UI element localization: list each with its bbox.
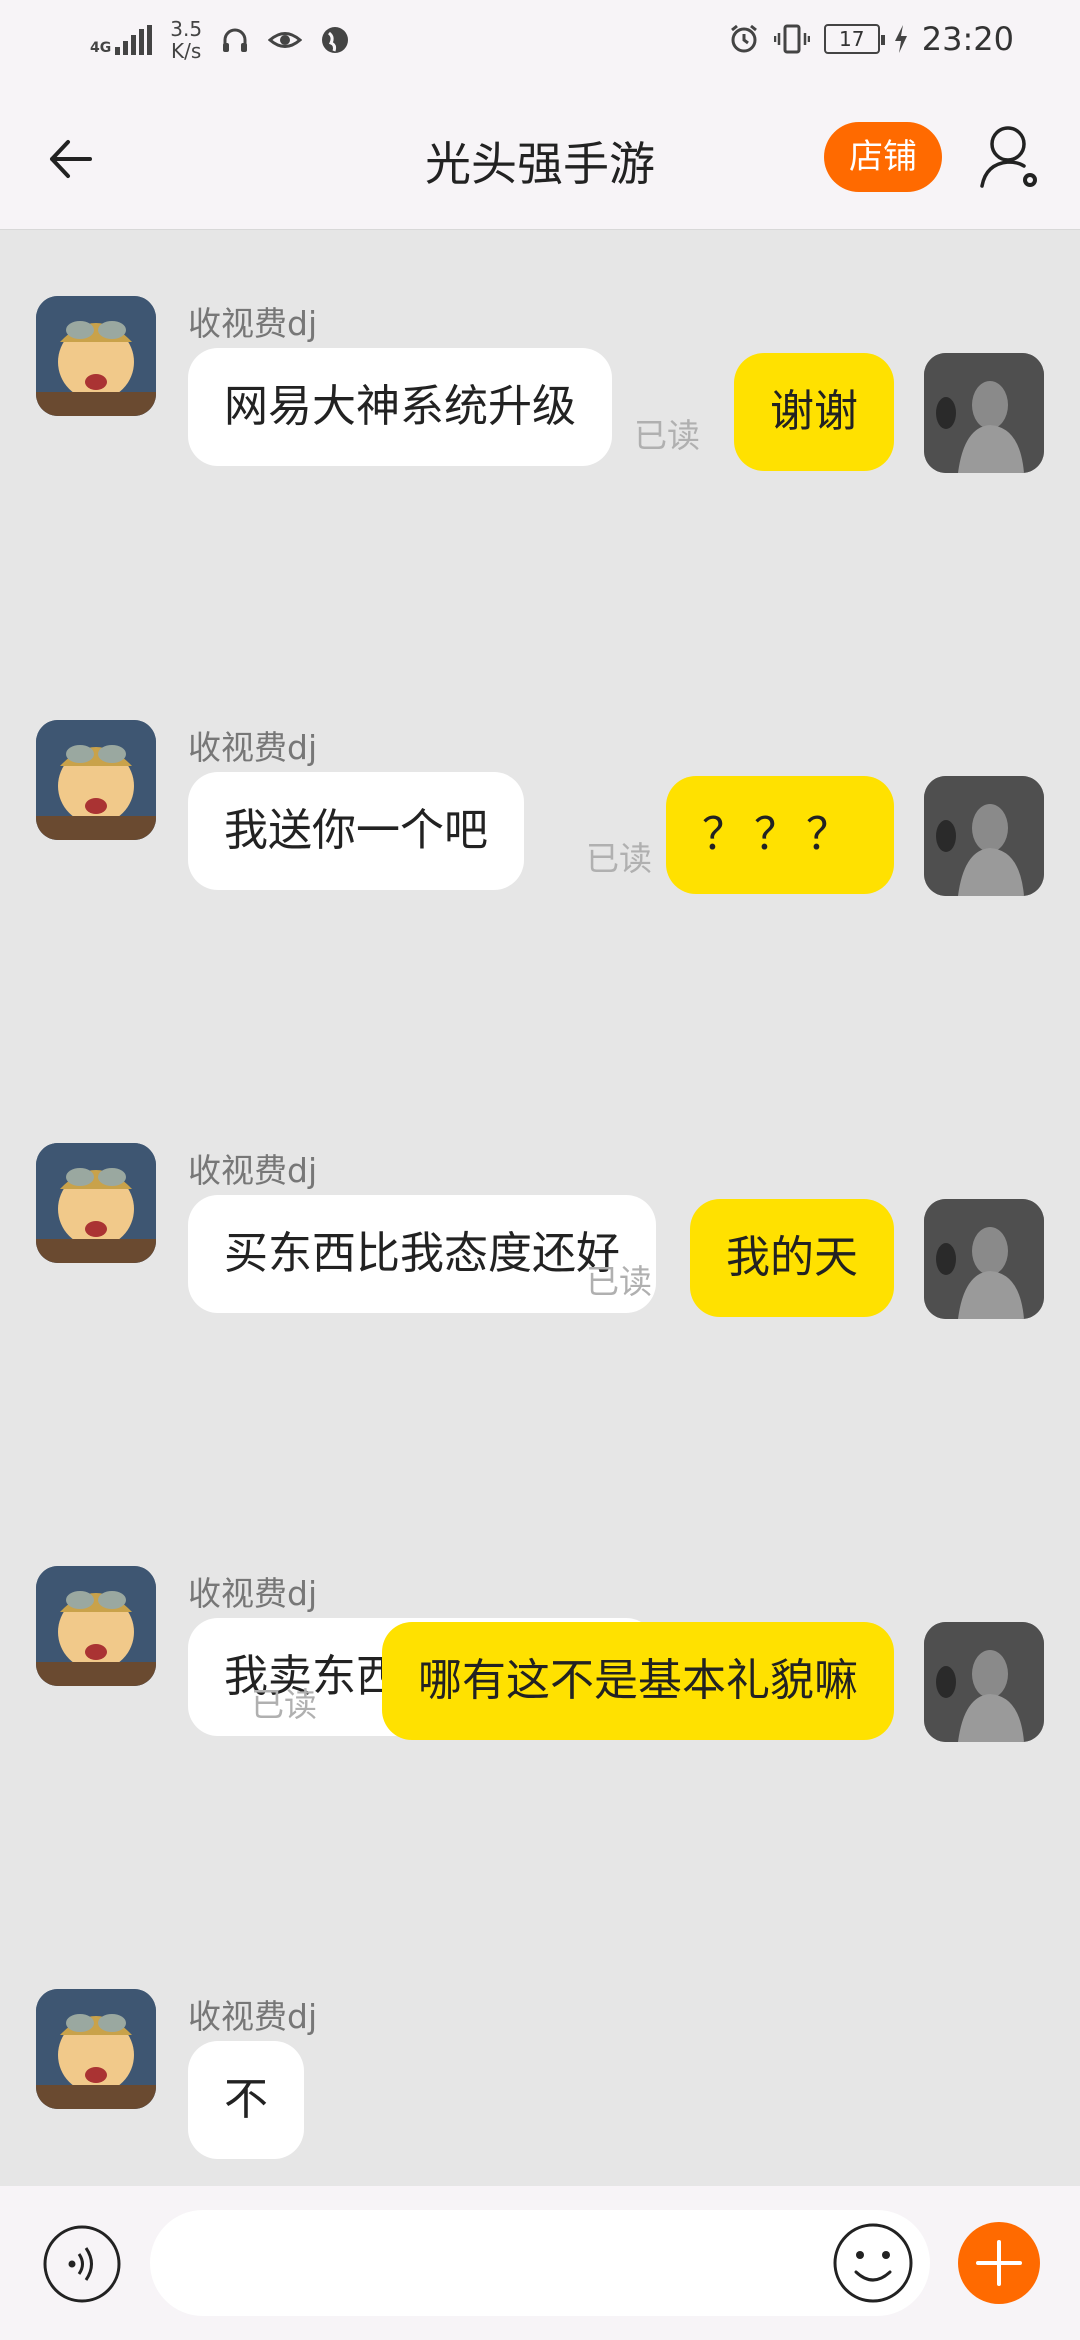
sender-avatar[interactable] (36, 296, 156, 416)
emoji-button[interactable] (832, 2222, 914, 2304)
voice-button[interactable] (42, 2224, 122, 2304)
plus-icon (976, 2240, 1022, 2286)
eye-icon (268, 32, 303, 48)
cartoon-avatar-icon (36, 720, 156, 840)
message-bubble[interactable]: 我的天 (690, 1199, 894, 1317)
self-avatar[interactable] (924, 1622, 1044, 1742)
sender-name: 收视费dj (188, 1151, 318, 1190)
read-receipt: 已读 (251, 1685, 317, 1724)
self-avatar[interactable] (924, 776, 1044, 896)
user-settings-button[interactable] (978, 120, 1048, 196)
alarm-icon (730, 24, 757, 53)
emoji-icon (833, 2223, 913, 2303)
cartoon-avatar-icon (36, 1989, 156, 2109)
message-input[interactable] (150, 2210, 930, 2316)
photo-avatar-icon (924, 353, 1044, 473)
message-bubble[interactable]: 网易大神系统升级 (188, 348, 612, 466)
message-list[interactable]: 收视费dj 网易大神系统升级 已读 谢谢 收视费dj 我送你一个吧 已读 ？？？… (0, 231, 1080, 2186)
self-avatar[interactable] (924, 1199, 1044, 1319)
cartoon-avatar-icon (36, 296, 156, 416)
sender-name: 收视费dj (188, 728, 318, 767)
battery-indicator: 17 (823, 24, 885, 54)
user-settings-icon (980, 126, 1037, 188)
signal-indicator: 4G (90, 25, 153, 56)
read-receipt: 已读 (586, 839, 652, 878)
sender-name: 收视费dj (188, 1574, 318, 1613)
read-receipt: 已读 (586, 1262, 652, 1301)
sender-avatar[interactable] (36, 1989, 156, 2109)
vibrate-icon (773, 24, 810, 54)
message-bubble[interactable]: 谢谢 (734, 353, 894, 471)
signal-bars-icon (115, 25, 153, 55)
chat-header: 光头强手游 店铺 (0, 90, 1080, 230)
status-bar: 4G 3.5 K/s 17 23:20 (0, 0, 1080, 90)
message-bubble[interactable]: 哪有这不是基本礼貌嘛 (382, 1622, 894, 1740)
shop-button[interactable]: 店铺 (824, 122, 942, 192)
network-speed: 3.5 K/s (170, 17, 203, 63)
photo-avatar-icon (924, 1199, 1044, 1319)
message-bubble[interactable]: ？？？ (666, 776, 894, 894)
self-avatar[interactable] (924, 353, 1044, 473)
sender-name: 收视费dj (188, 304, 318, 343)
network-type: 4G (90, 40, 112, 56)
message-bubble[interactable]: 不 (188, 2041, 304, 2159)
more-options-button[interactable] (958, 2222, 1040, 2304)
sender-avatar[interactable] (36, 1143, 156, 1263)
cartoon-avatar-icon (36, 1566, 156, 1686)
charging-icon (894, 25, 907, 53)
sender-avatar[interactable] (36, 1566, 156, 1686)
photo-avatar-icon (924, 1622, 1044, 1742)
headphones-icon (223, 28, 248, 52)
photo-avatar-icon (924, 776, 1044, 896)
message-bubble[interactable]: 我送你一个吧 (188, 772, 524, 890)
read-receipt: 已读 (634, 416, 700, 455)
voice-icon (43, 2225, 121, 2303)
sender-avatar[interactable] (36, 720, 156, 840)
cartoon-avatar-icon (36, 1143, 156, 1263)
clock-time: 23:20 (921, 20, 1014, 58)
globe-icon (322, 27, 349, 53)
composer-bar (0, 2186, 1080, 2340)
sender-name: 收视费dj (188, 1997, 318, 2036)
